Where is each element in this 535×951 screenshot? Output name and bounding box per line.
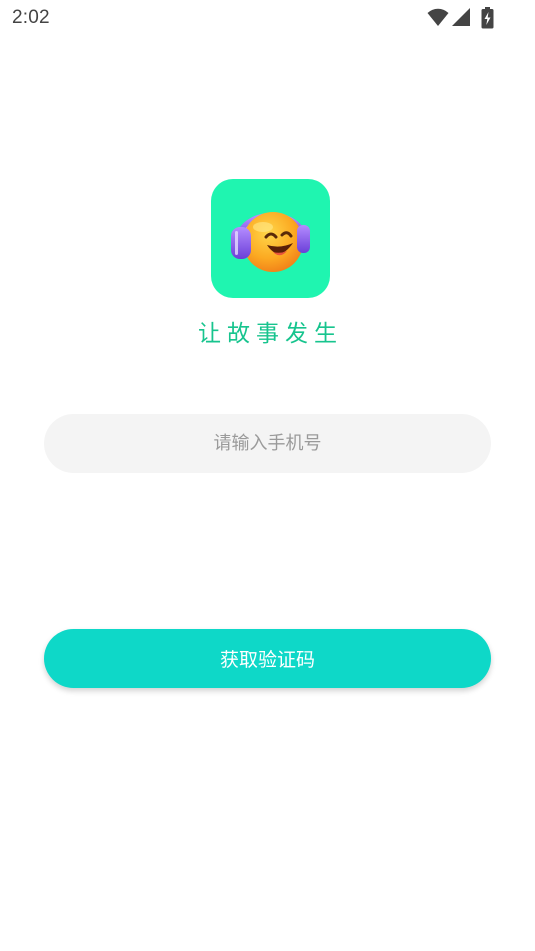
status-bar: 2:02 bbox=[0, 0, 535, 38]
emoji-headphones-icon bbox=[231, 212, 310, 272]
phone-input-container bbox=[44, 414, 491, 473]
wifi-icon bbox=[427, 8, 449, 26]
battery-charging-icon bbox=[481, 7, 494, 29]
get-code-button-label: 获取验证码 bbox=[219, 649, 315, 671]
phone-number-input[interactable] bbox=[44, 414, 491, 473]
app-slogan: 让故事发生 bbox=[198, 321, 343, 347]
status-icons bbox=[427, 7, 497, 29]
cellular-signal-icon bbox=[452, 8, 470, 26]
app-logo bbox=[211, 179, 330, 298]
get-verification-code-button[interactable]: 获取验证码 bbox=[44, 629, 491, 688]
status-time: 2:02 bbox=[12, 7, 50, 28]
login-screen: 2:02 让故事发生 请输入手机号 获取验证码 bbox=[0, 0, 535, 951]
